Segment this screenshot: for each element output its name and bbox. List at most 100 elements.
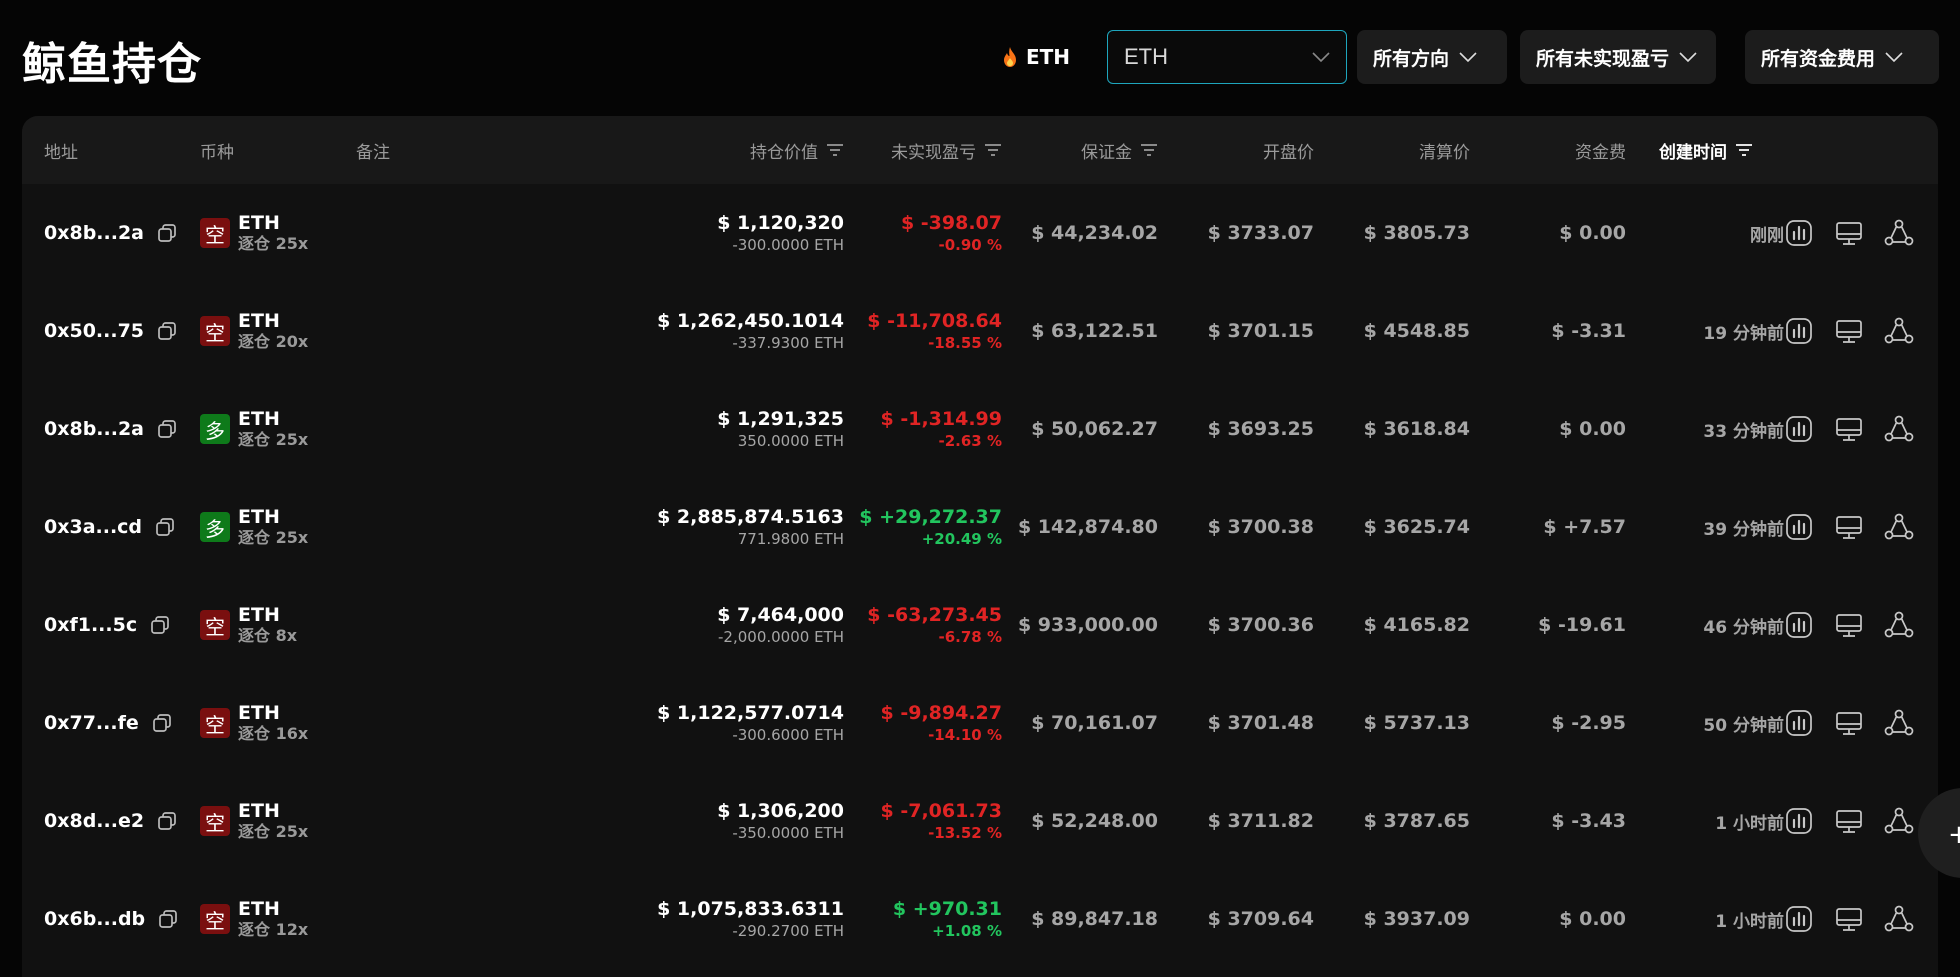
monitor-icon[interactable]	[1832, 608, 1866, 642]
bar-chart-icon[interactable]	[1782, 608, 1816, 642]
row-actions	[1782, 380, 1916, 478]
col-margin[interactable]: 保证金	[1012, 116, 1158, 184]
funding-cell: $ 0.00	[1559, 418, 1626, 440]
position-size: -350.0000 ETH	[732, 823, 844, 842]
margin-cell: $ 142,874.80	[1017, 516, 1158, 538]
table-row[interactable]: 0x8b...2a 空 ETH 逐仓 25x $ 1,120,320 -300.…	[22, 184, 1938, 282]
position-size: 771.9800 ETH	[737, 529, 844, 548]
monitor-icon[interactable]	[1832, 216, 1866, 250]
bar-chart-icon[interactable]	[1782, 706, 1816, 740]
copy-icon[interactable]	[157, 908, 179, 930]
liq-price-cell: $ 3787.65	[1363, 810, 1470, 832]
copy-icon[interactable]	[156, 418, 178, 440]
margin-cell: $ 933,000.00	[1017, 614, 1158, 636]
liq-price-cell: $ 3618.84	[1363, 418, 1470, 440]
pnl-value: $ +29,272.37	[859, 505, 1002, 528]
open-price-cell: $ 3709.64	[1207, 908, 1314, 930]
position-size: -300.6000 ETH	[732, 725, 844, 744]
copy-icon[interactable]	[156, 320, 178, 342]
leverage-label: 逐仓 25x	[238, 233, 309, 253]
table-row[interactable]: 0x6b...db 空 ETH 逐仓 12x $ 1,075,833.6311 …	[22, 870, 1938, 968]
bar-chart-icon[interactable]	[1782, 510, 1816, 544]
direction-filter-label: 所有方向	[1373, 47, 1450, 70]
address-text: 0x50...75	[44, 320, 145, 342]
bar-chart-icon[interactable]	[1782, 412, 1816, 446]
share-icon[interactable]	[1882, 510, 1916, 544]
monitor-icon[interactable]	[1832, 804, 1866, 838]
monitor-icon[interactable]	[1832, 706, 1866, 740]
copy-icon[interactable]	[154, 516, 176, 538]
copy-icon[interactable]	[156, 810, 178, 832]
coin-name: ETH	[238, 897, 280, 920]
address-cell: 0x8d...e2	[44, 772, 178, 870]
funding-filter[interactable]: 所有资金费用	[1745, 30, 1939, 84]
copy-icon[interactable]	[151, 712, 173, 734]
leverage-label: 逐仓 12x	[238, 919, 309, 939]
share-icon[interactable]	[1882, 314, 1916, 348]
position-value-cell: $ 1,122,577.0714 -300.6000 ETH	[622, 674, 844, 772]
share-icon[interactable]	[1882, 706, 1916, 740]
fire-icon	[1004, 47, 1016, 67]
monitor-icon[interactable]	[1832, 314, 1866, 348]
col-created[interactable]: 创建时间	[1659, 116, 1753, 184]
page-header: 鲸鱼持仓 ETH ETH 所有方向 所有未实现盈亏 所有资金费用	[0, 0, 1960, 116]
pnl-value: $ -63,273.45	[867, 603, 1002, 626]
bar-chart-icon[interactable]	[1782, 216, 1816, 250]
pnl-percent: -14.10 %	[928, 725, 1002, 744]
table-row[interactable]: 0x3a...cd 多 ETH 逐仓 25x $ 2,885,874.5163 …	[22, 478, 1938, 576]
share-icon[interactable]	[1882, 804, 1916, 838]
table-row[interactable]: 0x8b...2a 多 ETH 逐仓 25x $ 1,291,325 350.0…	[22, 380, 1938, 478]
funding-cell: $ 0.00	[1559, 908, 1626, 930]
pnl-cell: $ -7,061.73 -13.52 %	[852, 772, 1002, 870]
coin-chip-label: ETH	[1026, 45, 1071, 69]
coin-cell: 空 ETH 逐仓 8x	[200, 576, 297, 674]
liq-price-cell: $ 3937.09	[1363, 908, 1470, 930]
address-text: 0x8d...e2	[44, 810, 145, 832]
col-position-value[interactable]: 持仓价值	[622, 116, 844, 184]
funding-cell: $ -19.61	[1538, 614, 1626, 636]
position-value-cell: $ 1,262,450.1014 -337.9300 ETH	[622, 282, 844, 380]
bar-chart-icon[interactable]	[1782, 902, 1816, 936]
funding-cell: $ +7.57	[1543, 516, 1626, 538]
pnl-cell: $ -63,273.45 -6.78 %	[852, 576, 1002, 674]
share-icon[interactable]	[1882, 412, 1916, 446]
monitor-icon[interactable]	[1832, 412, 1866, 446]
sort-icon	[1141, 144, 1157, 156]
monitor-icon[interactable]	[1832, 510, 1866, 544]
created-time-cell: 1 小时前	[1715, 813, 1784, 834]
share-icon[interactable]	[1882, 608, 1916, 642]
pnl-percent: +1.08 %	[932, 921, 1002, 940]
monitor-icon[interactable]	[1832, 902, 1866, 936]
open-price-cell: $ 3733.07	[1207, 222, 1314, 244]
pnl-value: $ -9,894.27	[880, 701, 1002, 724]
copy-icon[interactable]	[156, 222, 178, 244]
pnl-percent: -0.90 %	[938, 235, 1003, 254]
pnl-filter[interactable]: 所有未实现盈亏	[1520, 30, 1716, 84]
share-icon[interactable]	[1882, 902, 1916, 936]
position-value-cell: $ 1,120,320 -300.0000 ETH	[622, 184, 844, 282]
copy-icon[interactable]	[149, 614, 171, 636]
liq-price-cell: $ 3805.73	[1363, 222, 1470, 244]
position-value: $ 1,306,200	[717, 799, 844, 822]
bar-chart-icon[interactable]	[1782, 804, 1816, 838]
side-badge: 空	[200, 610, 230, 640]
created-time-cell: 39 分钟前	[1703, 519, 1784, 540]
table-row[interactable]: 0x50...75 空 ETH 逐仓 20x $ 1,262,450.1014 …	[22, 282, 1938, 380]
share-icon[interactable]	[1882, 216, 1916, 250]
direction-filter[interactable]: 所有方向	[1357, 30, 1507, 84]
address-cell: 0x77...fe	[44, 674, 173, 772]
pnl-percent: -13.52 %	[928, 823, 1002, 842]
table-row[interactable]: 0x77...fe 空 ETH 逐仓 16x $ 1,122,577.0714 …	[22, 674, 1938, 772]
coin-chip[interactable]: ETH	[1002, 44, 1070, 70]
col-unrealized-pnl[interactable]: 未实现盈亏	[852, 116, 1002, 184]
table-row[interactable]: 0x8d...e2 空 ETH 逐仓 25x $ 1,306,200 -350.…	[22, 772, 1938, 870]
table-row[interactable]: 0xf1...5c 空 ETH 逐仓 8x $ 7,464,000 -2,000…	[22, 576, 1938, 674]
page-title: 鲸鱼持仓	[22, 39, 202, 90]
coin-select[interactable]: ETH	[1107, 30, 1347, 84]
created-time-cell: 19 分钟前	[1703, 323, 1784, 344]
position-value-cell: $ 1,306,200 -350.0000 ETH	[622, 772, 844, 870]
bar-chart-icon[interactable]	[1782, 314, 1816, 348]
open-price-cell: $ 3700.38	[1207, 516, 1314, 538]
position-value: $ 1,291,325	[717, 407, 844, 430]
liq-price-cell: $ 4165.82	[1363, 614, 1470, 636]
